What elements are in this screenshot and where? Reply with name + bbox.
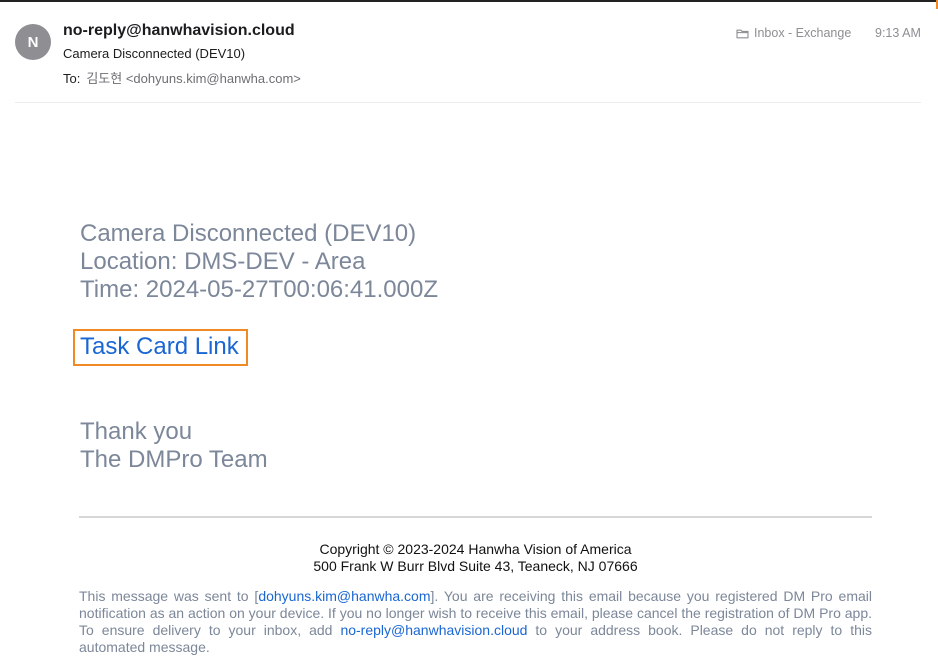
alert-time: Time: 2024-05-27T00:06:41.000Z — [80, 276, 438, 303]
window-top-border — [0, 0, 938, 2]
alert-location: Location: DMS-DEV - Area — [80, 248, 366, 275]
received-time: 9:13 AM — [875, 26, 921, 40]
avatar-initial: N — [27, 33, 39, 51]
mailbox-folder[interactable]: Inbox - Exchange — [736, 26, 851, 40]
notice-text-1: This message was sent to [ — [79, 588, 259, 604]
copyright-line: Copyright © 2023-2024 Hanwha Vision of A… — [319, 541, 632, 557]
copyright-block: Copyright © 2023-2024 Hanwha Vision of A… — [79, 541, 872, 575]
recipient-email-link[interactable]: dohyuns.kim@hanwha.com — [258, 588, 430, 604]
recipient-address[interactable]: 김도현 <dohyuns.kim@hanwha.com> — [86, 71, 301, 86]
header-divider — [15, 102, 921, 103]
sender-address[interactable]: no-reply@hanwhavision.cloud — [63, 22, 295, 40]
alert-title: Camera Disconnected (DEV10) — [80, 220, 417, 247]
sender-email-link[interactable]: no-reply@hanwhavision.cloud — [340, 622, 527, 638]
closing-thanks: Thank you — [80, 418, 193, 445]
folder-label: Inbox - Exchange — [754, 26, 852, 40]
email-view: N no-reply@hanwhavision.cloud Camera Dis… — [0, 0, 938, 660]
task-card-link[interactable]: Task Card Link — [80, 333, 239, 361]
footer-notice: This message was sent to [dohyuns.kim@ha… — [79, 588, 872, 656]
closing-signature: The DMPro Team — [80, 446, 268, 473]
folder-icon — [736, 28, 749, 39]
footer-divider — [79, 516, 872, 518]
recipient-line: To: 김도현 <dohyuns.kim@hanwha.com> — [63, 68, 301, 87]
sender-avatar: N — [15, 24, 51, 60]
email-subject: Camera Disconnected (DEV10) — [63, 46, 246, 61]
company-address: 500 Frank W Burr Blvd Suite 43, Teaneck,… — [313, 558, 638, 574]
to-label: To: — [63, 71, 81, 86]
